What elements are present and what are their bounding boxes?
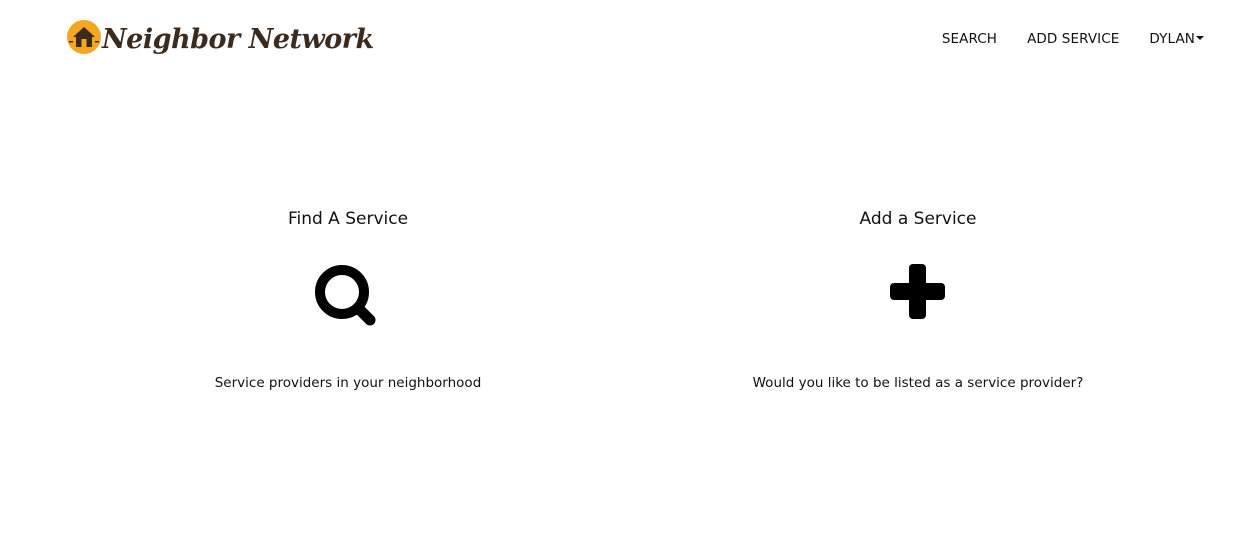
search-icon <box>315 265 376 326</box>
house-icon <box>67 20 101 54</box>
navbar: Neighbor Network SEARCH ADD SERVICE DYLA… <box>0 0 1256 78</box>
caret-down-icon <box>1196 36 1204 40</box>
add-service-panel[interactable]: Add a Service Would you like to be liste… <box>683 205 1153 391</box>
add-service-title: Add a Service <box>859 209 977 229</box>
brand-name: Neighbor Network <box>102 23 374 55</box>
user-name: DYLAN <box>1149 31 1195 47</box>
plus-icon <box>890 264 945 319</box>
add-service-description: Would you like to be listed as a service… <box>752 375 1084 391</box>
brand-link[interactable]: Neighbor Network <box>66 16 374 62</box>
nav-user-dropdown[interactable]: DYLAN <box>1149 31 1204 47</box>
find-service-panel[interactable]: Find A Service Service providers in your… <box>113 205 583 391</box>
nav-search-link[interactable]: SEARCH <box>942 31 997 47</box>
find-service-description: Service providers in your neighborhood <box>214 375 482 391</box>
nav-add-service-link[interactable]: ADD SERVICE <box>1027 31 1119 47</box>
find-service-title: Find A Service <box>287 209 409 229</box>
nav-links: SEARCH ADD SERVICE DYLAN <box>912 29 1204 49</box>
